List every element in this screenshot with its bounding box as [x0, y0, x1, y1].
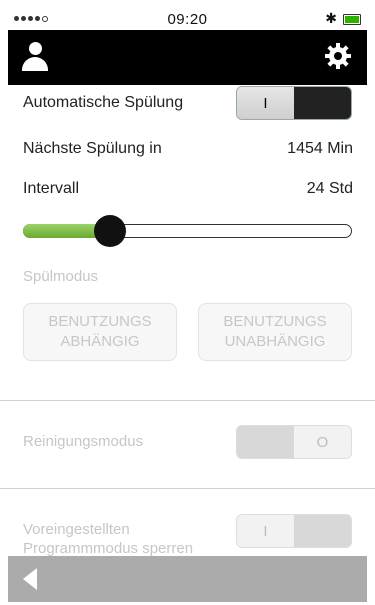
- usage-dependent-line2: ABHÄNGIG: [60, 333, 140, 350]
- usage-dependent-button[interactable]: BENUTZUNGS ABHÄNGIG: [23, 303, 177, 361]
- back-arrow-icon[interactable]: [23, 568, 37, 590]
- user-icon[interactable]: [22, 42, 50, 72]
- toggle-on-segment[interactable]: I: [237, 515, 294, 547]
- battery-icon: [343, 14, 361, 25]
- cleaning-mode-label: Reinigungsmodus: [23, 433, 144, 450]
- auto-flush-toggle[interactable]: I: [236, 86, 352, 120]
- auto-flush-label: Automatische Spülung: [23, 94, 184, 111]
- usage-independent-line2: UNABHÄNGIG: [224, 333, 326, 350]
- usage-independent-line1: BENUTZUNGS: [223, 313, 327, 330]
- gear-icon[interactable]: [323, 41, 353, 71]
- program-lock-label-line2: Programmmodus sperren: [23, 540, 194, 557]
- toggle-on-segment[interactable]: I: [237, 87, 294, 119]
- toggle-knob[interactable]: [294, 515, 351, 547]
- status-bar: 09:20 ✱: [8, 8, 367, 30]
- bottom-bar: [8, 556, 367, 602]
- divider: [0, 400, 375, 401]
- signal-strength-icon: [14, 16, 48, 22]
- divider: [0, 488, 375, 489]
- next-flush-value: 1454 Min: [287, 140, 353, 157]
- usage-dependent-line1: BENUTZUNGS: [48, 313, 152, 330]
- program-lock-toggle[interactable]: I: [236, 514, 352, 548]
- cleaning-mode-toggle[interactable]: O: [236, 425, 352, 459]
- status-time: 09:20: [167, 10, 208, 28]
- flush-mode-label: Spülmodus: [23, 268, 99, 285]
- interval-label: Intervall: [23, 180, 80, 197]
- next-flush-label: Nächste Spülung in: [23, 140, 162, 157]
- interval-slider-thumb[interactable]: [94, 215, 126, 247]
- interval-value: 24 Std: [306, 180, 353, 197]
- usage-independent-button[interactable]: BENUTZUNGS UNABHÄNGIG: [198, 303, 352, 361]
- bluetooth-icon: ✱: [325, 10, 337, 26]
- toggle-knob[interactable]: [294, 87, 351, 119]
- toggle-off-segment[interactable]: O: [294, 426, 351, 458]
- toggle-knob[interactable]: [237, 426, 294, 458]
- app-bar: [8, 30, 367, 85]
- program-lock-label-line1: Voreingestellten: [23, 521, 130, 538]
